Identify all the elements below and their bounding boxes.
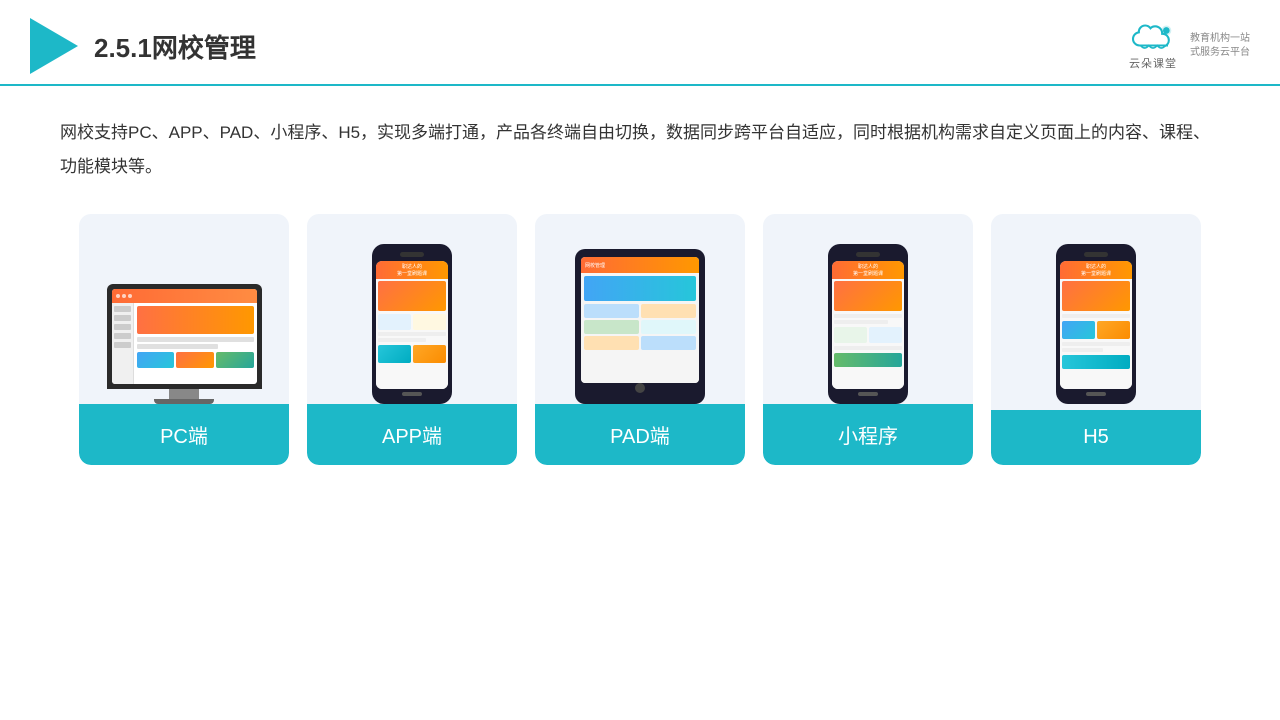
card-mini: 职达人的第一堂刷题课: [763, 214, 973, 465]
header-left: 2.5.1网校管理: [30, 18, 256, 74]
label-pad: PAD端: [535, 404, 745, 465]
phone-screen: 职达人的第一堂刷题课: [376, 261, 448, 389]
app-phone: 职达人的第一堂刷题课: [372, 244, 452, 404]
main-content: 网校支持PC、APP、PAD、小程序、H5，实现多端打通，产品各终端自由切换，数…: [0, 86, 1280, 485]
h5-mockup: 职达人的第一堂刷题课: [1007, 234, 1185, 404]
mini-mockup: 职达人的第一堂刷题课: [779, 234, 957, 404]
cards-section: PC端 职达人的第一堂刷题课: [60, 214, 1220, 465]
tagline-line1: 教育机构一站: [1190, 32, 1250, 46]
label-pc: PC端: [79, 404, 289, 465]
page-title: 2.5.1网校管理: [94, 28, 256, 65]
card-pad: 网校管理: [535, 214, 745, 465]
pc-mockup: [95, 234, 273, 404]
tablet: 网校管理: [575, 249, 705, 404]
mini-phone: 职达人的第一堂刷题课: [828, 244, 908, 404]
pad-mockup: 网校管理: [551, 234, 729, 404]
brand-logo: 云朵课堂: [1128, 21, 1178, 71]
label-h5: H5: [991, 410, 1201, 465]
header-right: 云朵课堂 教育机构一站 式服务云平台: [1128, 21, 1250, 71]
pc-monitor: [107, 284, 262, 404]
tagline-line2: 式服务云平台: [1190, 46, 1250, 60]
brand-tagline: 教育机构一站 式服务云平台: [1190, 32, 1250, 60]
h5-phone: 职达人的第一堂刷题课: [1056, 244, 1136, 404]
h5-screen: 职达人的第一堂刷题课: [1060, 261, 1132, 389]
mini-home-btn: [858, 392, 878, 396]
page-header: 2.5.1网校管理 云朵课堂 教育机构一站 式服务云平台: [0, 0, 1280, 86]
h5-notch: [1084, 252, 1108, 257]
card-app: 职达人的第一堂刷题课: [307, 214, 517, 465]
label-mini: 小程序: [763, 404, 973, 465]
app-mockup: 职达人的第一堂刷题课: [323, 234, 501, 404]
mini-notch: [856, 252, 880, 257]
tablet-screen: 网校管理: [581, 257, 699, 383]
card-h5: 职达人的第一堂刷题课: [991, 214, 1201, 465]
label-app: APP端: [307, 404, 517, 465]
h5-home-btn: [1086, 392, 1106, 396]
description-text: 网校支持PC、APP、PAD、小程序、H5，实现多端打通，产品各终端自由切换，数…: [60, 116, 1220, 184]
card-pc: PC端: [79, 214, 289, 465]
phone-home-btn: [402, 392, 422, 396]
logo-triangle-icon: [30, 18, 78, 74]
tablet-home-btn: [635, 383, 645, 393]
phone-notch: [400, 252, 424, 257]
mini-screen: 职达人的第一堂刷题课: [832, 261, 904, 389]
brand-name: 云朵课堂: [1129, 55, 1177, 71]
cloud-icon: [1128, 21, 1178, 55]
